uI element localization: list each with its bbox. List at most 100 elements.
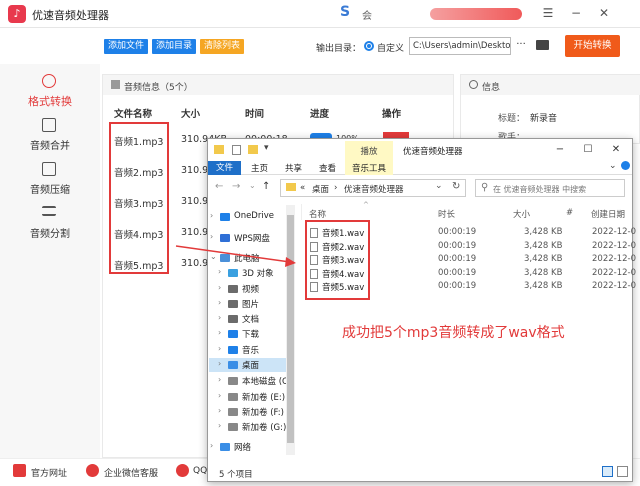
tab-file[interactable]: 文件 (208, 161, 241, 175)
close-icon[interactable]: ✕ (596, 5, 612, 21)
ex-col-created[interactable]: 创建日期 (591, 208, 625, 220)
nav-expand-icon[interactable]: › (218, 391, 221, 400)
nav-expand-icon[interactable]: › (218, 359, 221, 368)
explorer-minimize-icon[interactable]: − (553, 143, 567, 157)
file-row-size: 3,428 KB (524, 267, 563, 278)
file-row-created: 2022-12-0 (592, 240, 636, 251)
ex-col-size[interactable]: 大小 (513, 208, 530, 220)
sort-indicator-icon: ^ (363, 201, 369, 209)
nav-item[interactable]: 网络 (234, 441, 251, 453)
ex-col-duration[interactable]: 时长 (438, 208, 455, 220)
nav-item[interactable]: 图片 (242, 298, 259, 310)
clear-list-button[interactable]: 清除列表 (200, 39, 245, 54)
large-icons-view-icon[interactable] (617, 466, 628, 477)
nav-item-icon (228, 393, 238, 401)
nav-expand-icon[interactable]: ⌄ (210, 252, 217, 261)
promo-banner[interactable] (430, 8, 522, 20)
address-folder-icon (286, 183, 296, 191)
nav-item-icon (220, 443, 230, 451)
tab-view[interactable]: 查看 (319, 162, 336, 174)
minimize-icon[interactable]: − (568, 5, 584, 21)
col-filename: 文件名称 (114, 109, 153, 120)
tab-share[interactable]: 共享 (285, 162, 302, 174)
nav-scroll-thumb[interactable] (287, 215, 294, 443)
list-icon (111, 80, 120, 89)
nav-item[interactable]: 3D 对象 (242, 267, 274, 279)
nav-expand-icon[interactable]: › (218, 344, 221, 353)
title-label: 标题： (498, 114, 526, 124)
nav-expand-icon[interactable]: › (218, 267, 221, 276)
nav-expand-icon[interactable]: › (218, 283, 221, 292)
nav-item-icon (228, 346, 238, 354)
highlight-box-wav (305, 220, 370, 300)
up-icon[interactable]: ↑ (262, 181, 270, 192)
nav-expand-icon[interactable]: › (218, 375, 221, 384)
start-convert-button[interactable]: 开始转换 (565, 35, 620, 57)
new-folder-icon[interactable] (248, 145, 258, 154)
nav-expand-icon[interactable]: › (218, 298, 221, 307)
context-tab-play[interactable]: 播放 (345, 145, 393, 157)
explorer-close-icon[interactable]: ✕ (609, 143, 623, 157)
sidebar-item-merge[interactable]: 音频合并 (0, 137, 100, 152)
browse-button[interactable]: ··· (514, 38, 528, 54)
nav-expand-icon[interactable]: › (210, 441, 213, 450)
help-icon[interactable] (621, 161, 630, 170)
recent-dropdown-icon[interactable]: ⌄ (249, 181, 256, 190)
nav-item-icon (228, 269, 238, 277)
nav-expand-icon[interactable]: › (210, 211, 213, 220)
add-file-button[interactable]: 添加文件 (104, 39, 149, 54)
sidebar-item-compress[interactable]: 音频压缩 (0, 181, 100, 196)
search-placeholder: 在 优速音频处理器 中搜索 (493, 185, 587, 194)
website-link[interactable]: 官方网址 (31, 466, 67, 479)
nav-item[interactable]: 新加卷 (G:) (242, 421, 286, 433)
member-label[interactable]: 会 (362, 7, 372, 22)
properties-icon[interactable] (232, 145, 241, 155)
nav-expand-icon[interactable]: › (218, 421, 221, 430)
forward-icon[interactable]: → (232, 181, 240, 192)
sidebar-item-format-convert[interactable]: 格式转换 (0, 93, 100, 109)
explorer-maximize-icon[interactable]: ☐ (581, 143, 595, 157)
col-action: 操作 (382, 109, 402, 120)
open-folder-icon[interactable] (536, 40, 549, 50)
file-row-size: 3,428 KB (524, 240, 563, 251)
breadcrumb-desktop[interactable]: 桌面 (312, 183, 329, 195)
file-row-duration: 00:00:19 (438, 227, 477, 237)
ex-col-number[interactable]: # (566, 208, 573, 218)
nav-expand-icon[interactable]: › (218, 406, 221, 415)
quick-access-dropdown-icon[interactable]: ▾ (264, 143, 269, 153)
details-view-icon[interactable] (602, 466, 613, 477)
file-row-size: 3,428 KB (524, 227, 563, 237)
nav-expand-icon[interactable]: › (218, 328, 221, 337)
tab-home[interactable]: 主页 (251, 162, 268, 174)
format-convert-icon (42, 74, 56, 88)
nav-item[interactable]: 文档 (242, 313, 259, 325)
output-path-input[interactable] (409, 37, 511, 55)
nav-item[interactable]: 桌面 (242, 359, 259, 371)
wechat-support-link[interactable]: 企业微信客服 (104, 466, 158, 479)
nav-item[interactable]: 新加卷 (E:) (242, 391, 285, 403)
address-dropdown-icon[interactable]: ⌄ (435, 181, 443, 191)
nav-item[interactable]: 视频 (242, 283, 259, 295)
compress-icon (42, 162, 56, 176)
nav-item[interactable]: 下载 (242, 328, 259, 340)
custom-output-label[interactable]: 自定义 (377, 41, 404, 54)
breadcrumb-current[interactable]: 优速音频处理器 (344, 183, 404, 195)
nav-item[interactable]: OneDrive (234, 211, 274, 221)
refresh-icon[interactable]: ↻ (452, 181, 460, 192)
back-icon[interactable]: ← (215, 181, 223, 192)
ex-col-name[interactable]: 名称 (309, 208, 326, 220)
breadcrumb-overflow[interactable]: « (300, 183, 305, 193)
qq-link[interactable]: QQ (193, 466, 207, 476)
add-folder-button[interactable]: 添加目录 (152, 39, 197, 54)
ribbon-expand-icon[interactable]: ⌄ (609, 161, 617, 171)
breadcrumb-sep: › (334, 183, 338, 193)
nav-item[interactable]: WPS网盘 (234, 232, 270, 244)
nav-expand-icon[interactable]: › (218, 313, 221, 322)
nav-item[interactable]: 音乐 (242, 344, 259, 356)
nav-item[interactable]: 新加卷 (F:) (242, 406, 284, 418)
tab-music-tools[interactable]: 音乐工具 (352, 162, 386, 174)
nav-item[interactable]: 此电脑 (234, 252, 260, 264)
sidebar-item-split[interactable]: 音频分割 (0, 225, 100, 240)
menu-icon[interactable]: ☰ (540, 5, 556, 21)
nav-expand-icon[interactable]: › (210, 232, 213, 241)
